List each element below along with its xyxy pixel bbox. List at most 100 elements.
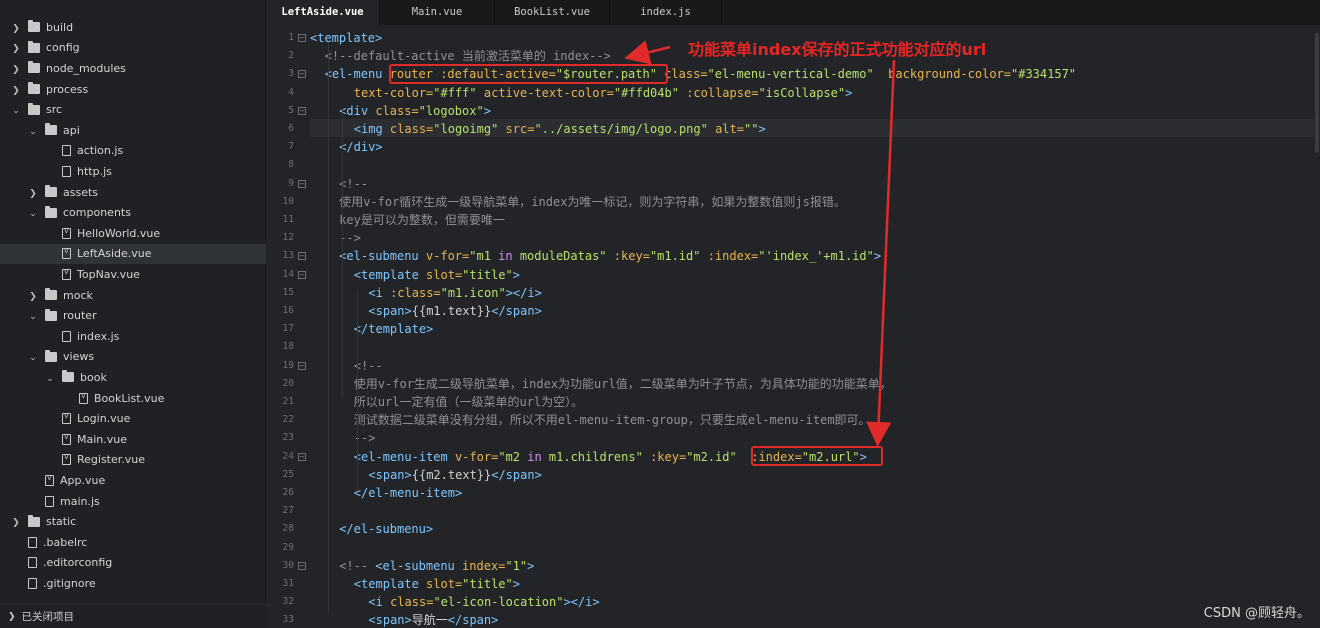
scrollbar-thumb[interactable] (1315, 33, 1319, 153)
code-line[interactable]: </div> (339, 138, 382, 156)
tree-item-leftaside-vue[interactable]: LeftAside.vue (0, 243, 266, 265)
vertical-scrollbar[interactable] (1314, 25, 1320, 628)
tree-item--editorconfig[interactable]: .editorconfig (0, 553, 266, 574)
code-line[interactable]: 测试数据二级菜单没有分组，所以不用el-menu-item-group，只要生成… (354, 411, 871, 429)
code-line[interactable]: <span>{{m2.text}}</span> (368, 466, 541, 484)
tree-item-main-js[interactable]: main.js (0, 491, 266, 512)
fold-toggle-icon[interactable]: − (298, 252, 306, 261)
code-line[interactable]: <div class="logobox"> (339, 102, 491, 120)
tree-item-register-vue[interactable]: Register.vue (0, 450, 266, 471)
chevron-right-icon[interactable]: ❯ (10, 518, 22, 528)
chevron-right-icon[interactable]: ❯ (10, 44, 22, 54)
code-line[interactable]: <span>{{m1.text}}</span> (368, 302, 541, 320)
tree-item-index-js[interactable]: index.js (0, 326, 266, 347)
code-line[interactable]: <el-submenu v-for="m1 in moduleDatas" :k… (339, 247, 881, 265)
chevron-down-icon[interactable]: ⌄ (27, 312, 39, 322)
code-line[interactable]: 所以url一定有值（一级菜单的url为空）。 (354, 393, 583, 411)
code-token: text-color= (353, 85, 434, 100)
fold-toggle-icon[interactable]: − (298, 270, 306, 279)
tree-item-router[interactable]: ⌄ router (0, 305, 266, 326)
code-line[interactable]: text-color="#fff" active-text-color="#ff… (354, 84, 853, 102)
code-line[interactable]: </template> (354, 320, 433, 338)
code-line[interactable]: <!-- (354, 357, 383, 375)
line-number: 25 (282, 468, 294, 480)
code-line[interactable]: key是可以为整数，但需要唯一 (339, 211, 505, 229)
tree-item-components[interactable]: ⌄ components (0, 202, 266, 223)
tree-item-api[interactable]: ⌄ api (0, 120, 266, 141)
chevron-down-icon[interactable]: ⌄ (44, 374, 56, 384)
fold-toggle-icon[interactable]: − (298, 106, 306, 115)
tree-item-topnav-vue[interactable]: TopNav.vue (0, 264, 266, 285)
tab-booklist-vue[interactable]: BookList.vue (495, 0, 610, 25)
fold-toggle-icon[interactable]: − (298, 452, 306, 461)
folder-icon (28, 514, 40, 527)
chevron-down-icon[interactable]: ⌄ (27, 127, 39, 137)
tree-item-static[interactable]: ❯ static (0, 511, 266, 532)
code-token: <div (339, 103, 376, 118)
fold-toggle-icon[interactable]: − (298, 561, 306, 570)
code-line[interactable]: 使用v-for循环生成一级导航菜单，index为唯一标记，则为字符串，如果为整数… (339, 193, 846, 211)
chevron-down-icon[interactable]: ⌄ (27, 353, 39, 363)
closed-projects-section[interactable]: ❯ 已关闭项目 (0, 604, 266, 628)
tree-item-login-vue[interactable]: Login.vue (0, 408, 266, 429)
code-line[interactable]: </el-menu-item> (354, 484, 462, 502)
code-token: "el-icon-location" (433, 595, 564, 610)
chevron-right-icon[interactable]: ❯ (10, 65, 22, 75)
code-line[interactable]: <!--default-active 当前激活菜单的 index--> (325, 47, 611, 65)
fold-toggle-icon[interactable]: − (298, 70, 306, 79)
tree-item-config[interactable]: ❯ config (0, 38, 266, 59)
tree-item--gitignore[interactable]: .gitignore (0, 573, 266, 594)
code-token: </span> (491, 304, 542, 318)
code-line[interactable]: 使用v-for生成二级导航菜单，index为功能url值，二级菜单为叶子节点，为… (354, 375, 892, 393)
code-line[interactable]: <!-- (339, 175, 368, 193)
line-number: 1 (288, 32, 294, 43)
tree-item-build[interactable]: ❯ build (0, 17, 266, 38)
folder-icon (45, 185, 57, 198)
tree-item-process[interactable]: ❯ process (0, 79, 266, 100)
chevron-down-icon[interactable]: ⌄ (27, 209, 39, 219)
tab-index-js[interactable]: index.js (610, 0, 722, 25)
fold-toggle-icon[interactable]: − (298, 179, 306, 188)
chevron-right-icon[interactable]: ❯ (27, 189, 39, 199)
tree-item-src[interactable]: ⌄ src (0, 99, 266, 120)
code-line[interactable]: <template slot="title"> (354, 575, 520, 593)
code-line[interactable]: <template> (310, 29, 382, 47)
tree-item-app-vue[interactable]: App.vue (0, 470, 266, 491)
chevron-right-icon[interactable]: ❯ (27, 292, 39, 302)
tree-item-main-vue[interactable]: Main.vue (0, 429, 266, 450)
tab-leftaside-vue[interactable]: LeftAside.vue (266, 0, 380, 25)
tree-item-book[interactable]: ⌄ book (0, 367, 266, 388)
tree-item-assets[interactable]: ❯ assets (0, 182, 266, 203)
tree-item-node-modules[interactable]: ❯ node_modules (0, 58, 266, 79)
tab-main-vue[interactable]: Main.vue (380, 0, 495, 25)
tree-item-http-js[interactable]: http.js (0, 161, 266, 182)
code-token: <!-- (339, 176, 369, 191)
fold-toggle-icon[interactable]: − (298, 34, 306, 42)
code-token: "'index_'+m1.id" (758, 249, 874, 264)
code-token: v-for= (425, 249, 470, 264)
indent-guide (342, 109, 344, 399)
code-line[interactable]: <template slot="title"> (354, 266, 520, 284)
tree-item-mock[interactable]: ❯ mock (0, 285, 266, 306)
code-editor[interactable]: 1−2 3−4 5−6 7 8 9−10 11 12 13−14−15 16 17 18 19−20 21… (266, 25, 1320, 628)
tree-item-label: build (46, 20, 74, 34)
chevron-right-icon[interactable]: ❯ (10, 86, 22, 96)
file-icon (79, 392, 88, 404)
code-line[interactable]: <i :class="m1.icon"></i> (368, 284, 541, 302)
tree-item--babelrc[interactable]: .babelrc (0, 532, 266, 553)
tree-item-views[interactable]: ⌄ views (0, 347, 266, 368)
code-token: "#ffd04b" (613, 85, 679, 100)
code-line[interactable]: <i class="el-icon-location"></i> (368, 593, 599, 611)
code-line[interactable]: <span>导航一</span> (368, 611, 498, 628)
tree-item-booklist-vue[interactable]: BookList.vue (0, 388, 266, 409)
chevron-right-icon[interactable]: ❯ (10, 24, 22, 34)
code-line[interactable]: </el-submenu> (339, 520, 433, 538)
fold-toggle-icon[interactable]: − (298, 361, 306, 370)
tree-item-action-js[interactable]: action.js (0, 141, 266, 162)
code-line[interactable]: <!-- <el-submenu index="1"> (339, 557, 534, 575)
line-number: 11 (282, 214, 294, 225)
tree-item-helloworld-vue[interactable]: HelloWorld.vue (0, 223, 266, 244)
chevron-down-icon[interactable]: ⌄ (10, 106, 22, 116)
code-line[interactable]: <img class="logoimg" src="../assets/img/… (354, 120, 766, 138)
